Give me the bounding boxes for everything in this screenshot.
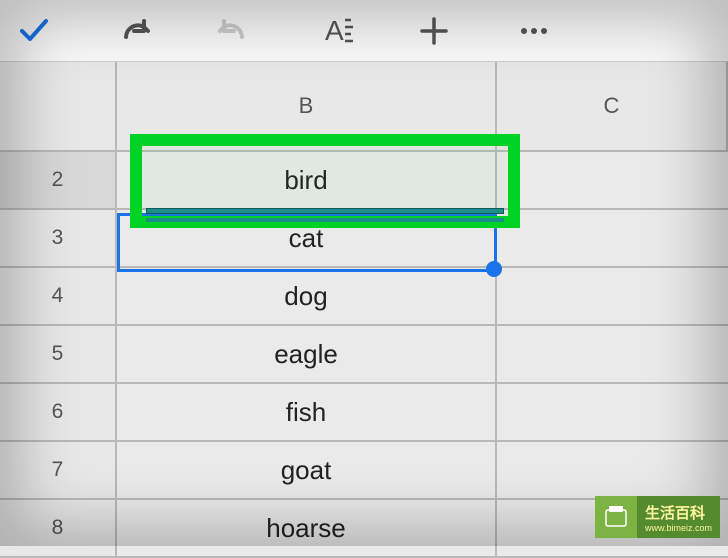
column-header-c[interactable]: C [497,62,728,150]
table-row: 6fish [0,384,728,442]
cell[interactable]: hoarse [117,500,497,556]
cell[interactable] [497,210,728,266]
undo-button[interactable] [110,7,158,55]
cell[interactable] [497,442,728,498]
column-header-b[interactable]: B [117,62,497,150]
spreadsheet-grid[interactable]: B C 2bird3cat4dog5eagle6fish7goat8hoarse [0,62,728,558]
font-format-button[interactable]: A [310,7,358,55]
column-header-a[interactable] [0,62,117,150]
cell[interactable]: goat [117,442,497,498]
row-header[interactable]: 4 [0,268,117,324]
row-header[interactable]: 3 [0,210,117,266]
table-row: 5eagle [0,326,728,384]
row-header[interactable]: 5 [0,326,117,382]
cell[interactable] [497,268,728,324]
table-row: 2bird [0,152,728,210]
add-button[interactable] [410,7,458,55]
cell[interactable] [497,326,728,382]
cell[interactable]: cat [117,210,497,266]
column-label-c: C [604,93,620,119]
row-header[interactable]: 7 [0,442,117,498]
watermark: 生活百科 www.bimeiz.com [595,496,720,538]
row-header[interactable]: 6 [0,384,117,440]
toolbar: A [0,0,728,62]
confirm-button[interactable] [10,7,58,55]
svg-text:A: A [325,15,344,46]
watermark-icon [595,496,637,538]
table-row: 3cat [0,210,728,268]
row-header[interactable]: 2 [0,152,117,208]
cell[interactable]: fish [117,384,497,440]
watermark-url: www.bimeiz.com [645,523,712,533]
watermark-title: 生活百科 [645,502,712,523]
cell[interactable]: dog [117,268,497,324]
column-label-b: B [299,93,314,119]
cell[interactable]: bird [117,152,497,208]
cell[interactable]: eagle [117,326,497,382]
table-row: 7goat [0,442,728,500]
cell[interactable] [497,384,728,440]
column-headers: B C [0,62,728,152]
row-header[interactable]: 8 [0,500,117,556]
table-row: 4dog [0,268,728,326]
redo-button[interactable] [210,7,258,55]
more-button[interactable] [510,7,558,55]
cell[interactable] [497,152,728,208]
